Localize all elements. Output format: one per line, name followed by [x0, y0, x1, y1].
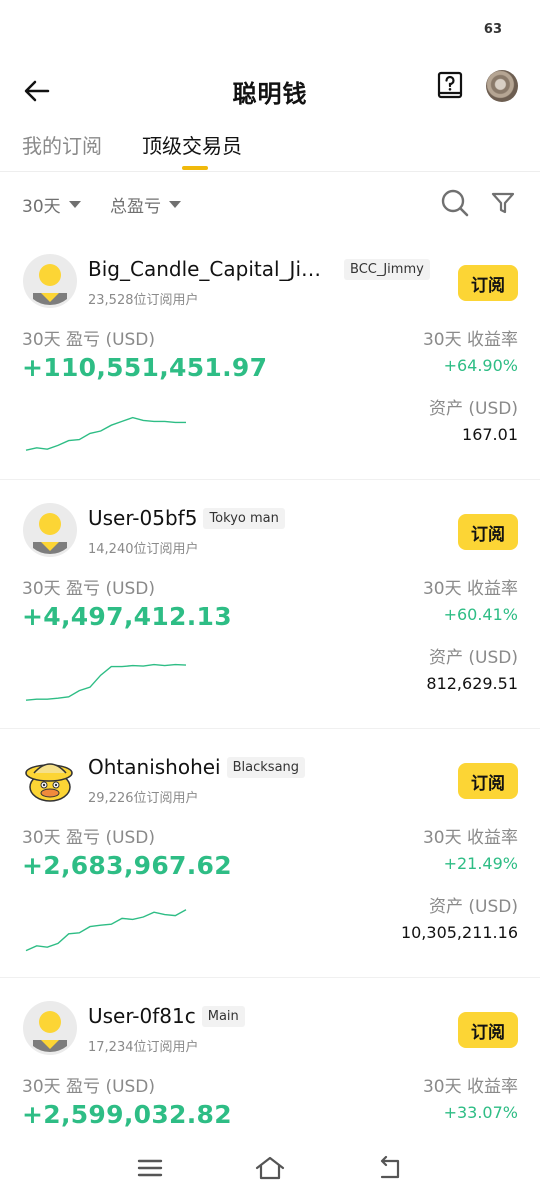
trader-card[interactable]: Ohtanishohei Blacksang 29,226位订阅用户 订阅 30…	[0, 729, 540, 978]
roi-value: +64.90%	[443, 356, 518, 375]
pnl-sparkline	[25, 416, 186, 451]
trader-name: User-0f81c	[88, 1004, 196, 1028]
trader-name: User-05bf5	[88, 506, 198, 530]
pnl-value: +2,683,967.62	[22, 851, 232, 880]
filter-funnel-icon[interactable]	[490, 190, 516, 216]
roi-label: 30天 收益率	[422, 828, 518, 848]
period-label: 30天	[22, 197, 61, 217]
trader-name-row: Ohtanishohei Blacksang	[88, 755, 306, 779]
subscriber-count: 14,240位订阅用户	[88, 542, 199, 557]
subscriber-count: 29,226位订阅用户	[88, 791, 199, 806]
subscriber-count: 17,234位订阅用户	[88, 1040, 199, 1055]
home-icon[interactable]	[254, 1154, 286, 1182]
trader-tag: Main	[201, 1005, 245, 1027]
return-icon[interactable]	[374, 1154, 406, 1182]
sort-label: 总盈亏	[110, 197, 161, 217]
default-avatar-icon	[23, 1001, 77, 1055]
pnl-label: 30天 盈亏 (USD)	[22, 1077, 156, 1097]
active-tab-indicator	[182, 166, 208, 170]
trader-name-row: User-05bf5 Tokyo man	[88, 506, 285, 530]
asset-value: 167.01	[462, 425, 518, 444]
caret-down-icon	[68, 201, 81, 208]
asset-label: 资产 (USD)	[429, 897, 518, 917]
search-icon[interactable]	[440, 188, 470, 218]
tab-top-traders[interactable]: 顶级交易员	[142, 130, 242, 159]
roi-label: 30天 收益率	[422, 579, 518, 599]
help-book-icon[interactable]	[436, 71, 464, 101]
pnl-value: +2,599,032.82	[22, 1100, 232, 1129]
trader-name: Ohtanishohei	[88, 755, 221, 779]
roi-label: 30天 收益率	[422, 1077, 518, 1097]
trader-name-row: User-0f81c Main	[88, 1004, 245, 1028]
pnl-label: 30天 盈亏 (USD)	[22, 330, 156, 350]
trader-card[interactable]: User-05bf5 Tokyo man 14,240位订阅用户 订阅 30天 …	[0, 480, 540, 729]
trader-card[interactable]: Big_Candle_Capital_Jim... BCC_Jimmy 23,5…	[0, 231, 540, 480]
pnl-label: 30天 盈亏 (USD)	[22, 828, 156, 848]
system-nav-bar	[0, 1140, 540, 1199]
pnl-sparkline	[25, 663, 187, 701]
roi-label: 30天 收益率	[422, 330, 518, 350]
asset-label: 资产 (USD)	[429, 648, 518, 668]
roi-value: +60.41%	[443, 605, 518, 624]
asset-label: 资产 (USD)	[429, 399, 518, 419]
subscribe-button[interactable]: 订阅	[458, 265, 518, 301]
subscribe-button[interactable]: 订阅	[458, 763, 518, 799]
pnl-value: +4,497,412.13	[22, 602, 232, 631]
pnl-sparkline	[25, 909, 187, 952]
trader-name: Big_Candle_Capital_Jim...	[88, 257, 338, 281]
tab-bar: 我的订阅 顶级交易员	[0, 126, 540, 172]
caret-down-icon	[169, 201, 181, 208]
default-avatar-icon	[23, 254, 77, 308]
trader-name-row: Big_Candle_Capital_Jim... BCC_Jimmy	[88, 257, 430, 281]
battery-level: 63	[483, 22, 502, 37]
menu-icon[interactable]	[134, 1154, 166, 1182]
top-bar: 聪明钱	[0, 60, 540, 120]
trader-tag: BCC_Jimmy	[344, 258, 430, 280]
pnl-label: 30天 盈亏 (USD)	[22, 579, 156, 599]
filter-bar: 30天 总盈亏	[0, 186, 540, 222]
trader-tag: Blacksang	[226, 756, 306, 778]
pnl-value: +110,551,451.97	[22, 353, 268, 382]
sort-dropdown[interactable]: 总盈亏	[110, 192, 181, 217]
subscribe-button[interactable]: 订阅	[458, 1012, 518, 1048]
roi-value: +33.07%	[443, 1103, 518, 1122]
asset-value: 10,305,211.16	[400, 923, 518, 942]
tab-my-subscriptions[interactable]: 我的订阅	[22, 130, 102, 159]
subscribe-button[interactable]: 订阅	[458, 514, 518, 550]
default-avatar-icon	[23, 503, 77, 557]
roi-value: +21.49%	[443, 854, 518, 873]
user-avatar[interactable]	[486, 70, 518, 102]
asset-value: 812,629.51	[426, 674, 518, 693]
subscriber-count: 23,528位订阅用户	[88, 293, 199, 308]
trader-tag: Tokyo man	[203, 507, 285, 529]
period-dropdown[interactable]: 30天	[22, 192, 81, 217]
duck-avatar-icon	[25, 763, 73, 802]
